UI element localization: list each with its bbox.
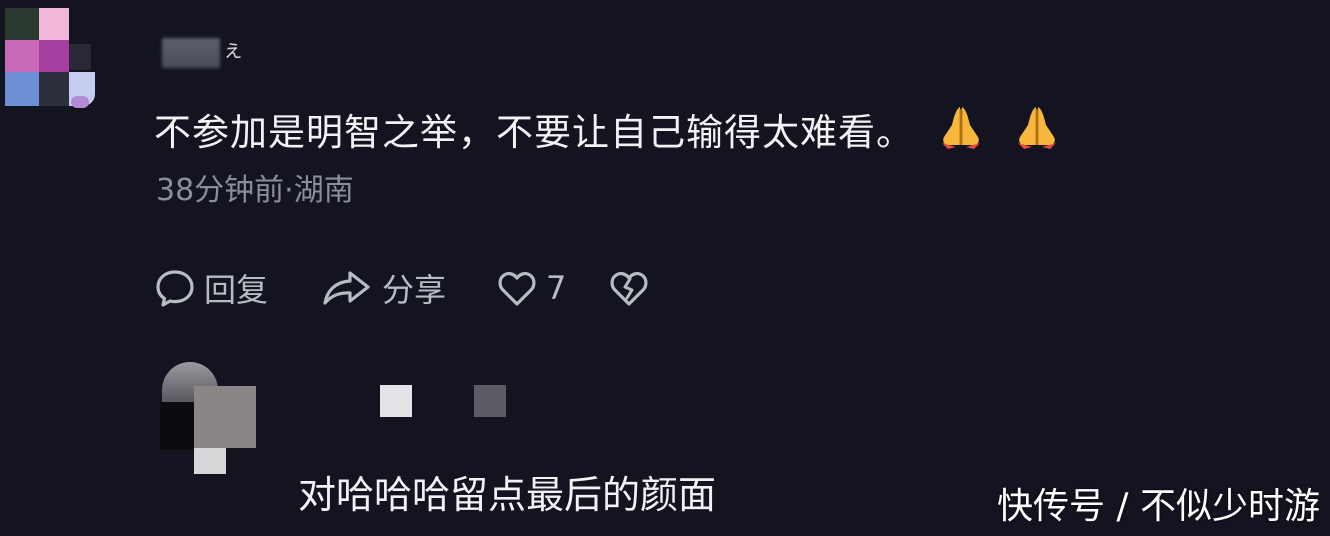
replier-avatar[interactable] xyxy=(158,362,260,474)
share-button[interactable]: 分享 xyxy=(320,264,446,312)
dislike-button[interactable] xyxy=(608,264,650,312)
folded-hands-emoji xyxy=(1012,103,1062,162)
speech-bubble-icon xyxy=(154,267,196,309)
comment-body: 不参加是明智之举，不要让自己输得太难看。 xyxy=(154,103,1062,162)
username-redaction-block xyxy=(380,385,412,417)
comment-meta: 38分钟前·湖南 xyxy=(156,173,354,208)
watermark: 快传号 / 不似少时游 xyxy=(996,486,1320,527)
username-redaction xyxy=(162,38,220,68)
replier-username[interactable] xyxy=(380,383,510,419)
heart-icon xyxy=(496,267,538,309)
username-redaction-block xyxy=(474,385,506,417)
commenter-avatar[interactable] xyxy=(5,8,97,118)
reply-button[interactable]: 回复 xyxy=(154,264,268,312)
folded-hands-emoji xyxy=(936,103,986,162)
like-count: 7 xyxy=(546,269,567,307)
commenter-username[interactable]: ぇ xyxy=(162,32,244,70)
username-suffix: ぇ xyxy=(222,38,245,63)
comment-text: 不参加是明智之举，不要让自己输得太难看。 xyxy=(154,111,914,154)
share-label: 分享 xyxy=(382,271,447,309)
broken-heart-icon xyxy=(608,267,650,309)
share-arrow-icon xyxy=(320,267,374,309)
like-button[interactable]: 7 xyxy=(496,264,566,312)
reply-body: 对哈哈哈留点最后的颜面 xyxy=(298,473,717,517)
reply-label: 回复 xyxy=(204,271,269,309)
